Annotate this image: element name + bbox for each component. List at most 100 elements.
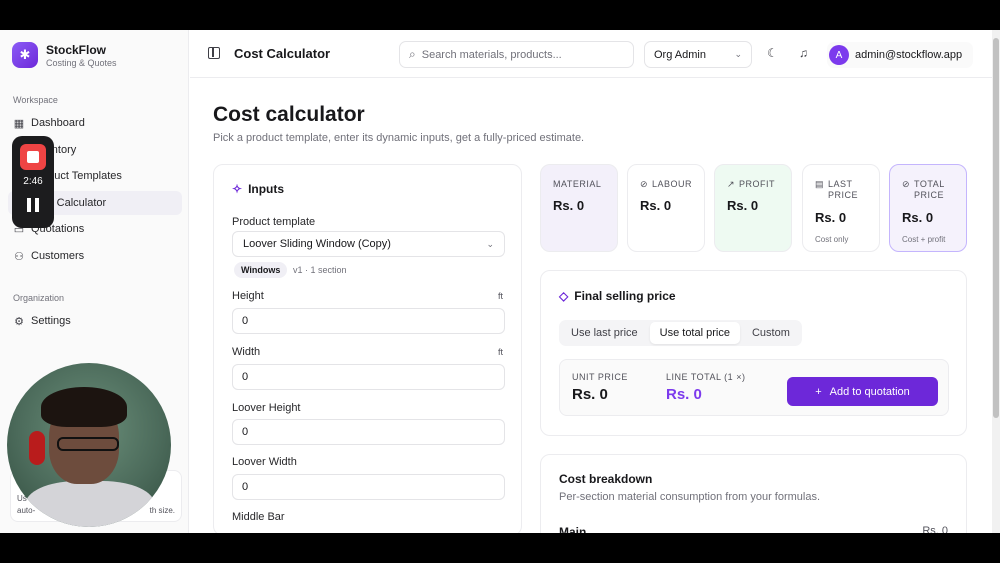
sidebar-item-label: Customers <box>31 250 85 262</box>
use-total-price-button[interactable]: Use total price <box>649 322 740 344</box>
labour-stat-card: ⊘ LABOUR Rs. 0 <box>627 164 705 252</box>
org-select-value: Org Admin <box>654 48 706 61</box>
width-unit: ft <box>497 347 503 357</box>
product-template-value: Loover Sliding Window (Copy) <box>243 238 391 250</box>
pause-icon[interactable] <box>27 198 39 212</box>
template-meta: v1 · 1 section <box>293 265 347 275</box>
brand[interactable]: ✱ StockFlow Costing & Quotes <box>12 42 117 68</box>
tag-icon: ◇ <box>559 289 569 303</box>
grid-icon: ▦ <box>13 117 25 130</box>
webcam-person-glasses <box>57 437 119 451</box>
webcam-person-shirt <box>25 481 155 527</box>
height-unit: ft <box>497 291 503 301</box>
stop-recording-icon[interactable] <box>20 144 46 170</box>
cost-breakdown-card: Cost breakdown Per-section material cons… <box>540 454 967 533</box>
sidebar-item-label: Settings <box>31 315 71 327</box>
webcam-overlay <box>7 363 171 527</box>
add-to-quotation-label: Add to quotation <box>829 385 910 398</box>
chevron-down-icon: ⌄ <box>486 238 494 249</box>
final-selling-price-card: ◇ Final selling price Use last price Use… <box>540 270 967 436</box>
user-menu[interactable]: A admin@stockflow.app <box>827 42 973 68</box>
last-price-stat-sub: Cost only <box>815 235 849 244</box>
price-totals-panel: UNIT PRICE Rs. 0 LINE TOTAL (1 ×) Rs. 0 … <box>559 359 949 416</box>
breakdown-section-value: Rs. 0 <box>922 525 948 533</box>
gear-icon: ⚙ <box>14 315 24 328</box>
loover-height-label: Loover Height <box>232 402 301 414</box>
brand-name: StockFlow <box>46 42 107 57</box>
height-input[interactable] <box>232 308 505 334</box>
moon-icon[interactable]: ☾ <box>767 46 778 60</box>
cost-breakdown-title: Cost breakdown <box>559 472 653 486</box>
material-stat-card: MATERIAL Rs. 0 <box>540 164 618 252</box>
use-last-price-button[interactable]: Use last price <box>561 322 648 344</box>
stockflow-logo-icon: ✱ <box>12 42 38 68</box>
total-price-stat-sub: Cost + profit <box>902 235 946 244</box>
link-icon: ⊘ <box>640 179 649 189</box>
total-price-stat-value: Rs. 0 <box>902 210 934 225</box>
line-total-label: LINE TOTAL (1 ×) <box>666 372 746 382</box>
unit-price-label: UNIT PRICE <box>572 372 628 382</box>
organization-section-label: Organization <box>13 293 65 303</box>
org-select[interactable]: Org Admin ⌄ <box>644 41 752 68</box>
sidebar-item-customers[interactable]: ⚇ Customers <box>8 244 182 268</box>
brand-subtitle: Costing & Quotes <box>46 57 117 68</box>
last-price-stat-label: ▤ LAST PRICE <box>815 179 859 200</box>
search-box[interactable]: ⌕ <box>399 41 634 68</box>
page-title: Cost calculator <box>213 103 365 126</box>
category-badge: Windows <box>234 262 288 278</box>
add-to-quotation-button[interactable]: + Add to quotation <box>787 377 938 406</box>
inputs-card-title: ✧ Inputs <box>232 182 284 196</box>
total-price-stat-label: ⊘ TOTAL PRICE <box>902 179 945 200</box>
plus-icon: + <box>815 385 822 398</box>
screen-recorder-widget: 2:46 <box>12 136 54 228</box>
loover-height-input[interactable] <box>232 419 505 445</box>
height-label: Height <box>232 290 264 302</box>
labour-stat-value: Rs. 0 <box>640 198 672 213</box>
total-price-stat-card: ⊘ TOTAL PRICE Rs. 0 Cost + profit <box>889 164 967 252</box>
width-input[interactable] <box>232 364 505 390</box>
app-window: ✱ StockFlow Costing & Quotes Workspace ▦… <box>0 30 1000 533</box>
scrollbar-thumb[interactable] <box>993 38 999 418</box>
sidebar-item-dashboard[interactable]: ▦ Dashboard <box>8 111 182 135</box>
workspace-section-label: Workspace <box>13 95 58 105</box>
tag-icon: ⊘ <box>902 179 911 189</box>
final-price-title-text: Final selling price <box>574 289 676 303</box>
page-scrollbar[interactable] <box>992 30 1000 533</box>
sparkles-icon: ✧ <box>232 182 243 196</box>
custom-price-button[interactable]: Custom <box>742 322 800 344</box>
sidebar-item-settings[interactable]: ⚙ Settings <box>8 309 182 333</box>
sidebar-toggle-icon[interactable] <box>208 47 220 59</box>
webcam-person-hair <box>41 387 127 427</box>
bell-icon[interactable]: ♫ <box>799 46 808 60</box>
video-letterbox-bottom <box>0 533 1000 563</box>
headset-icon <box>29 431 45 465</box>
inputs-title-text: Inputs <box>248 182 285 196</box>
middle-bar-label: Middle Bar <box>232 511 285 523</box>
top-header: Cost Calculator ⌕ Org Admin ⌄ ☾ ♫ A admi… <box>190 30 1000 78</box>
loover-width-input[interactable] <box>232 474 505 500</box>
receipt-icon: ▤ <box>815 179 825 189</box>
trend-up-icon: ↗ <box>727 179 736 189</box>
last-price-stat-value: Rs. 0 <box>815 210 847 225</box>
product-template-select[interactable]: Loover Sliding Window (Copy) ⌄ <box>232 231 505 257</box>
user-email: admin@stockflow.app <box>855 49 963 61</box>
profit-stat-label: ↗ PROFIT <box>727 179 776 189</box>
last-price-stat-card: ▤ LAST PRICE Rs. 0 Cost only <box>802 164 880 252</box>
search-input[interactable] <box>421 48 612 61</box>
material-stat-value: Rs. 0 <box>553 198 585 213</box>
sidebar-item-label: Dashboard <box>31 117 85 129</box>
breakdown-section-label: Main <box>559 525 587 533</box>
loover-width-label: Loover Width <box>232 456 297 468</box>
price-mode-segmented-control: Use last price Use total price Custom <box>559 320 802 346</box>
video-letterbox-top <box>0 0 1000 30</box>
header-title: Cost Calculator <box>234 46 331 61</box>
recording-time: 2:46 <box>23 176 43 187</box>
avatar: A <box>829 45 849 65</box>
product-template-label: Product template <box>232 216 316 228</box>
final-price-title: ◇ Final selling price <box>559 289 676 303</box>
line-total-value: Rs. 0 <box>666 386 702 403</box>
inputs-card: ✧ Inputs Product template Loover Sliding… <box>213 164 522 533</box>
unit-price-value: Rs. 0 <box>572 386 608 403</box>
profit-stat-card: ↗ PROFIT Rs. 0 <box>714 164 792 252</box>
users-icon: ⚇ <box>14 250 24 263</box>
